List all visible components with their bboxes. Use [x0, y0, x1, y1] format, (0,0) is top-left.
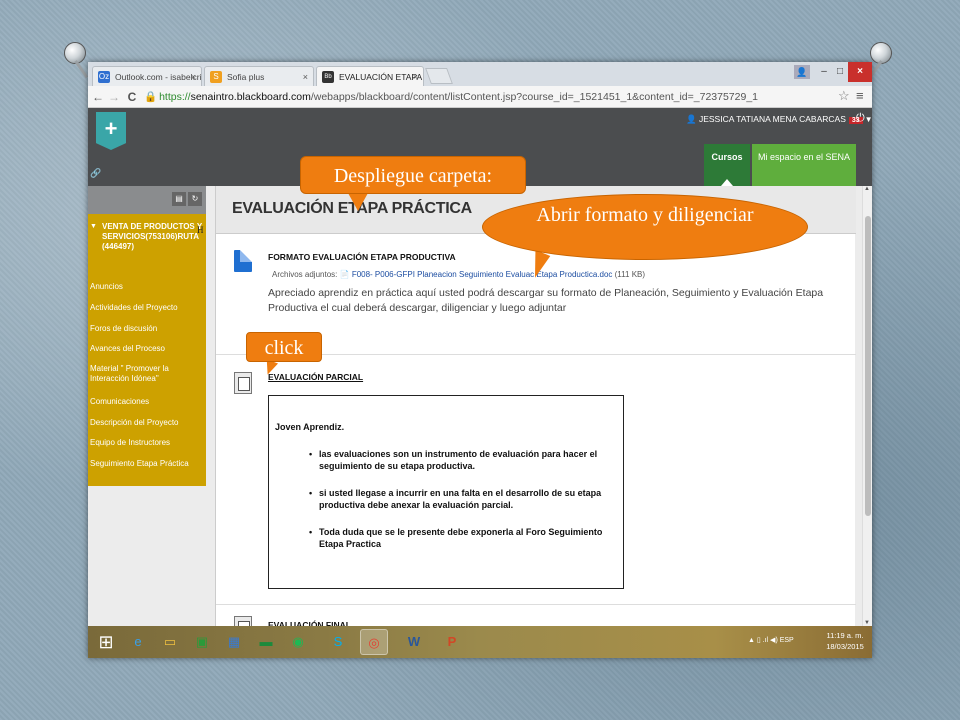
back-button[interactable]: ←	[90, 88, 106, 106]
blackboard-favicon-icon: Bb	[322, 71, 334, 83]
callout-abrir-formato: Abrir formato y diligenciar	[482, 194, 808, 260]
course-menu-item[interactable]: Actividades del Proyecto	[90, 303, 194, 313]
pushpin-left-icon	[64, 42, 86, 64]
outlook-favicon-icon: Oz	[98, 71, 110, 83]
box-heading: Joven Aprendiz.	[275, 422, 345, 432]
tab-evaluacion[interactable]: Bb EVALUACIÓN ETAPA PRÁ ×	[316, 66, 424, 86]
url-field[interactable]: 🔒 https://senaintro.blackboard.com/webapp…	[144, 88, 824, 106]
ie-icon[interactable]: e	[124, 629, 152, 655]
add-plus-button[interactable]: +	[96, 112, 126, 150]
chrome-icon[interactable]: ◎	[360, 629, 388, 655]
word-icon[interactable]: W	[400, 629, 428, 655]
tab-sofia-plus[interactable]: S Sofia plus ×	[204, 66, 314, 86]
spotify-icon[interactable]: ◉	[284, 629, 312, 655]
course-title[interactable]: ▼ VENTA DE PRODUCTOS Y SERVICIOS(753106)…	[90, 222, 204, 252]
collapse-arrow-icon: ▼	[90, 223, 97, 230]
chat-icon[interactable]: ▬	[252, 629, 280, 655]
sofia-favicon-icon: S	[210, 71, 222, 83]
file-explorer-icon[interactable]: ▭	[156, 629, 184, 655]
link-icon[interactable]: 🔗	[90, 168, 101, 179]
windows-taskbar: ⊞ e ▭ ▣ ▦ ▬ ◉ S ◎ W P ▲ ▯ .ıl ◀) ESP 11:…	[88, 626, 872, 658]
tab-close-icon[interactable]: ×	[303, 67, 308, 86]
skype-icon[interactable]: S	[324, 629, 352, 655]
tab-outlook[interactable]: Oz Outlook.com - isabelcrist ×	[92, 66, 202, 86]
h-mark: H	[197, 225, 204, 235]
tab-close-icon[interactable]: ×	[413, 67, 418, 86]
attachment-link[interactable]: F008- P006-GFPI Planeacion Seguimiento E…	[352, 270, 613, 279]
divider	[216, 604, 856, 605]
browser-tab-strip: Oz Outlook.com - isabelcrist × S Sofia p…	[88, 62, 872, 86]
new-tab-button[interactable]	[425, 68, 453, 84]
browser-menu-icon[interactable]: ≡	[856, 88, 864, 103]
user-icon: 👤	[686, 114, 697, 124]
clock-time: 11:19 a. m.	[826, 631, 864, 640]
callout-click: click	[246, 332, 322, 362]
system-tray[interactable]: ▲ ▯ .ıl ◀) ESP	[748, 636, 794, 644]
bookmark-star-icon[interactable]: ☆	[838, 88, 850, 104]
document-icon	[234, 250, 252, 272]
url-path: /webapps/blackboard/content/listContent.…	[310, 91, 759, 103]
item-evaluacion-parcial-link[interactable]: EVALUACIÓN PARCIAL	[268, 372, 363, 382]
item-formato-title[interactable]: FORMATO EVALUACIÓN ETAPA PRODUCTIVA	[268, 252, 456, 262]
tab-mi-espacio[interactable]: Mi espacio en el SENA	[752, 144, 856, 186]
attachment-row: Archivos adjuntos: 📄 F008- P006-GFPI Pla…	[272, 270, 645, 279]
taskbar-clock[interactable]: 11:19 a. m. 18/03/2015	[820, 630, 870, 652]
user-name: JESSICA TATIANA MENA CABARCAS	[698, 114, 846, 124]
refresh-icon[interactable]: ↻	[188, 192, 202, 206]
scroll-thumb[interactable]	[865, 216, 871, 516]
course-menu: ▤ ↻ ▼ VENTA DE PRODUCTOS Y SERVICIOS(753…	[88, 186, 206, 486]
windows-start-icon[interactable]: ⊞	[92, 629, 120, 655]
evaluacion-parcial-box: Joven Aprendiz. las evaluaciones son un …	[268, 395, 624, 589]
reload-button[interactable]: C	[124, 88, 140, 106]
bullet-item: las evaluaciones son un instrumento de e…	[309, 448, 615, 472]
folder-view-icon[interactable]: ▤	[172, 192, 186, 206]
callout-despliegue-carpeta: Despliegue carpeta:	[300, 156, 526, 194]
minimize-button[interactable]: –	[816, 62, 832, 82]
course-menu-item[interactable]: Avances del Proceso	[90, 344, 194, 354]
url-host: senaintro.blackboard.com	[190, 91, 311, 103]
address-bar: ← → C 🔒 https://senaintro.blackboard.com/…	[88, 86, 872, 108]
course-menu-item[interactable]: Comunicaciones	[90, 397, 194, 407]
powerpoint-icon[interactable]: P	[438, 629, 466, 655]
course-menu-item[interactable]: Material " Promover la Interacción Idóne…	[90, 364, 186, 384]
pushpin-right-icon	[870, 42, 892, 64]
page-scrollbar[interactable]: ▲ ▼	[862, 186, 872, 626]
url-scheme: https://	[159, 91, 191, 103]
test-icon	[234, 372, 252, 394]
browser-user-icon[interactable]: 👤	[794, 65, 810, 79]
store-icon[interactable]: ▣	[188, 629, 216, 655]
tab-close-icon[interactable]: ×	[191, 67, 196, 86]
attachment-label: Archivos adjuntos:	[272, 270, 338, 279]
course-menu-item[interactable]: Descripción del Proyecto	[90, 418, 194, 428]
scroll-up-icon[interactable]: ▲	[864, 186, 870, 192]
logout-power-icon[interactable]: ⏻	[856, 112, 865, 125]
screenshot-frame: Oz Outlook.com - isabelcrist × S Sofia p…	[88, 62, 872, 658]
clock-date: 18/03/2015	[826, 642, 864, 651]
tab-cursos[interactable]: Cursos	[704, 144, 750, 186]
course-menu-item[interactable]: Anuncios	[90, 282, 194, 292]
file-icon: 📄	[339, 270, 350, 279]
maximize-button[interactable]: □	[832, 62, 848, 82]
attachment-size: (111 KB)	[614, 270, 646, 279]
course-menu-toolbar: ▤ ↻	[88, 186, 206, 214]
course-menu-item[interactable]: Seguimiento Etapa Práctica	[90, 459, 194, 469]
bullet-item: si usted llegase a incurrir en una falta…	[309, 487, 615, 511]
item-formato-description: Apreciado aprendiz en práctica aquí uste…	[268, 287, 824, 314]
caret-down-icon: ▼	[864, 115, 872, 124]
lock-icon: 🔒	[144, 91, 158, 103]
page-body: ▤ ↻ ▼ VENTA DE PRODUCTOS Y SERVICIOS(753…	[88, 186, 872, 638]
tab-label: Sofia plus	[227, 72, 265, 82]
course-menu-item[interactable]: Equipo de Instructores	[90, 438, 194, 448]
tab-label: EVALUACIÓN ETAPA PRÁ	[339, 72, 423, 82]
forward-button[interactable]: →	[106, 88, 122, 106]
close-window-button[interactable]: ×	[848, 62, 872, 82]
course-title-text: VENTA DE PRODUCTOS Y SERVICIOS(753106)RU…	[102, 222, 203, 251]
callout-tail	[348, 193, 368, 211]
calculator-icon[interactable]: ▦	[220, 629, 248, 655]
tab-label: Outlook.com - isabelcrist	[115, 72, 202, 82]
course-menu-item[interactable]: Foros de discusión	[90, 324, 194, 334]
bullet-item: Toda duda que se le presente debe expone…	[309, 526, 615, 550]
user-menu[interactable]: 👤 JESSICA TATIANA MENA CABARCAS 33 ▼	[686, 114, 872, 125]
